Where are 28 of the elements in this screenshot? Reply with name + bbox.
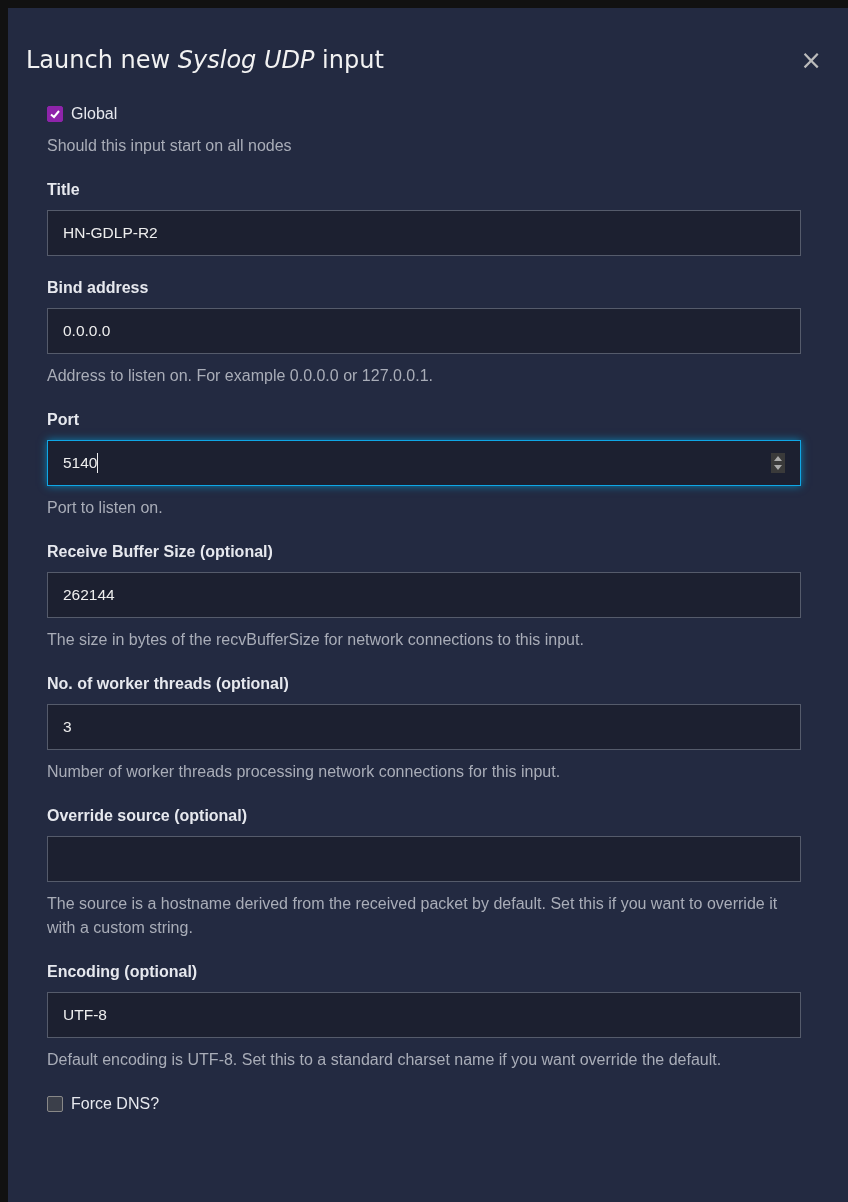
field-label: Bind address <box>47 278 150 298</box>
help-text: The source is a hostname derived from the received packet by default. Set this if you want to override it with a custom string. <box>47 894 779 938</box>
dialog-title: Launch new Syslog UDP input <box>26 46 384 74</box>
field-label: Title <box>47 180 81 200</box>
input-field[interactable]: 262144 <box>47 572 801 618</box>
help-text: Should this input start on all nodes <box>47 136 293 156</box>
input-field[interactable]: UTF-8 <box>47 992 801 1038</box>
help-text: Port to listen on. <box>47 498 164 518</box>
input-field[interactable]: HN-GDLP-R2 <box>47 210 801 256</box>
field-label: Encoding (optional) <box>47 962 199 982</box>
field-label: Receive Buffer Size (optional) <box>47 542 274 562</box>
help-text: The size in bytes of the recvBufferSize for network connections to this input. <box>47 630 585 650</box>
input-field[interactable]: 0.0.0.0 <box>47 308 801 354</box>
field-label: Override source (optional) <box>47 806 249 826</box>
help-text: Address to listen on. For example 0.0.0.0 or 127.0.0.1. <box>47 366 434 386</box>
checkbox-label: Force DNS? <box>71 1095 160 1113</box>
close-button[interactable]: × <box>796 45 826 75</box>
spinner-icon[interactable] <box>771 453 785 473</box>
field-label: No. of worker threads (optional) <box>47 674 290 694</box>
input-field[interactable]: 3 <box>47 704 801 750</box>
field-label: Port <box>47 410 80 430</box>
checkbox-label: Global <box>71 105 118 123</box>
help-text: Default encoding is UTF-8. Set this to a standard charset name if you want override the default. <box>47 1050 723 1070</box>
checkbox[interactable] <box>47 1096 63 1112</box>
help-text: Number of worker threads processing network connections for this input. <box>47 762 562 782</box>
input-field[interactable]: 5140 <box>47 440 801 486</box>
checkbox[interactable] <box>47 106 63 122</box>
input-field[interactable] <box>47 836 801 882</box>
